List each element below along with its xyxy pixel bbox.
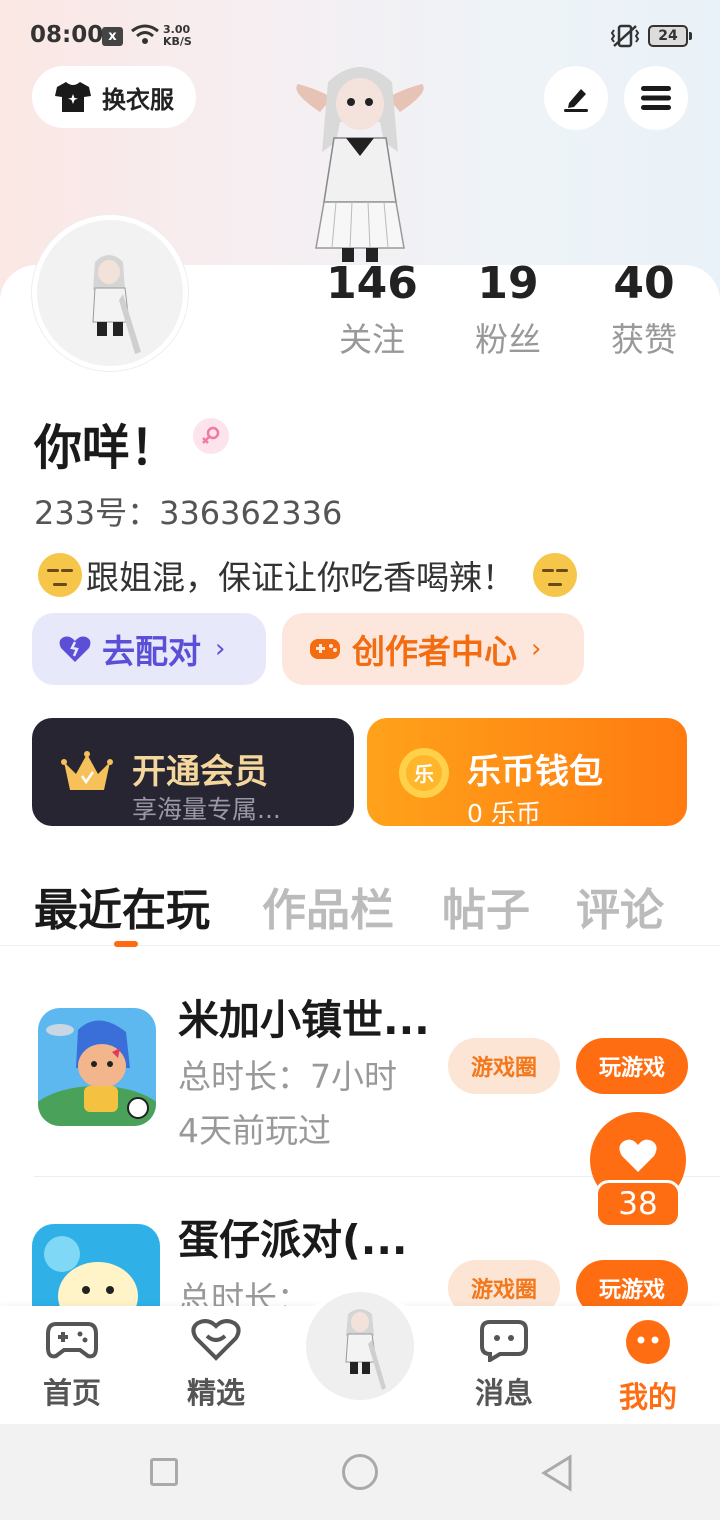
coin-icon: 乐 (399, 748, 449, 798)
nav-profile-label: 我的 (618, 1380, 677, 1414)
system-nav-bar (0, 1424, 720, 1520)
status-time: 08:00 (30, 22, 104, 48)
stat-following-label: 关注 (339, 320, 405, 359)
avatar[interactable] (32, 215, 188, 371)
stat-following[interactable]: 146 关注 (312, 258, 432, 362)
avatar (306, 1292, 414, 1400)
gamepad-icon (46, 1322, 98, 1359)
game-last-played: 4天前玩过 (178, 1111, 331, 1150)
home-button[interactable] (342, 1454, 378, 1490)
bio: 跟姐混，保证让你吃香喝辣！ (34, 551, 581, 599)
menu-icon (641, 86, 671, 110)
user-id: 233号：336362336 (34, 494, 343, 532)
face-icon (626, 1320, 670, 1364)
game-circle-button[interactable]: 游戏圈 (448, 1260, 560, 1306)
active-tab-indicator (114, 941, 138, 947)
game-duration: 总时长： (178, 1279, 310, 1306)
stat-fans[interactable]: 19 粉丝 (448, 258, 568, 362)
change-outfit-button[interactable]: 换衣服 (32, 66, 196, 128)
pen-icon (564, 89, 588, 112)
bio-text: 跟姐混，保证让你吃香喝辣！ (86, 558, 515, 597)
chevron-right-icon: › (215, 634, 226, 664)
network-speed: 3.00 KB/S (163, 24, 192, 48)
nav-profile[interactable]: 我的 (598, 1318, 698, 1416)
notification-icon: x (102, 27, 123, 46)
message-icon (480, 1320, 528, 1364)
edit-profile-button[interactable] (544, 66, 608, 130)
vip-subtitle: 享海量专属... (132, 795, 281, 824)
game-circle-button[interactable]: 游戏圈 (448, 1038, 560, 1094)
back-button[interactable] (540, 1454, 574, 1492)
game-title: 米加小镇世... (178, 996, 430, 1044)
vip-title: 开通会员 (132, 752, 268, 792)
battery-indicator: 24 (648, 25, 692, 47)
pair-button[interactable]: 去配对 › (32, 613, 266, 685)
stat-fans-value: 19 (477, 258, 539, 309)
stat-likes[interactable]: 40 获赞 (584, 258, 704, 362)
game-duration: 总时长：7小时 (178, 1057, 397, 1096)
nav-featured-label: 精选 (186, 1376, 245, 1410)
tab-posts[interactable]: 帖子 (442, 874, 530, 938)
nav-messages[interactable]: 消息 (454, 1318, 554, 1412)
chevron-right-icon: › (531, 634, 542, 664)
avatar-3d-figure[interactable] (280, 52, 440, 266)
unamused-emoji-icon (38, 553, 82, 597)
female-icon (193, 418, 229, 454)
stat-likes-value: 40 (613, 258, 675, 309)
game-icon-toca[interactable] (38, 1008, 156, 1126)
vip-card[interactable]: 开通会员 享海量专属... (32, 718, 354, 826)
tshirt-icon (55, 82, 91, 112)
vibrate-icon (610, 24, 640, 48)
gamepad-icon (310, 639, 340, 659)
heart-chat-icon (191, 1319, 241, 1361)
wallet-title: 乐币钱包 (467, 752, 603, 792)
stat-following-value: 146 (326, 258, 418, 309)
creator-center-button[interactable]: 创作者中心 › (282, 613, 584, 685)
change-outfit-label: 换衣服 (102, 85, 174, 114)
wifi-icon (131, 24, 159, 44)
nickname: 你咩！ (34, 420, 179, 476)
speed-unit: KB/S (163, 35, 192, 48)
stat-fans-label: 粉丝 (475, 320, 541, 359)
pair-label: 去配对 (102, 632, 201, 671)
recents-button[interactable] (150, 1458, 178, 1486)
heart-icon (619, 1139, 657, 1172)
nav-featured[interactable]: 精选 (166, 1318, 266, 1412)
game-icon-eggy[interactable] (32, 1224, 160, 1306)
crown-icon (61, 751, 113, 790)
nav-messages-label: 消息 (474, 1376, 533, 1410)
coin-glyph: 乐 (414, 762, 434, 786)
creator-center-label: 创作者中心 (352, 632, 517, 671)
game-title: 蛋仔派对(... (178, 1216, 408, 1264)
play-game-button[interactable]: 玩游戏 (576, 1038, 688, 1094)
unamused-emoji-icon (533, 553, 577, 597)
bottom-nav: 首页 精选 消息 我的 (0, 1286, 720, 1424)
content-tabs: 最近在玩 作品栏 帖子 评论 (0, 870, 720, 946)
tab-works[interactable]: 作品栏 (262, 874, 394, 938)
nav-home[interactable]: 首页 (22, 1318, 122, 1412)
play-game-button[interactable]: 玩游戏 (576, 1260, 688, 1306)
tab-recent-play[interactable]: 最近在玩 (34, 874, 210, 938)
pair-heart-icon (59, 636, 91, 662)
nav-center-avatar[interactable] (300, 1286, 420, 1406)
wallet-card[interactable]: 乐 乐币钱包 0 乐币 (367, 718, 687, 828)
menu-button[interactable] (624, 66, 688, 130)
wallet-balance: 0 乐币 (467, 799, 541, 828)
like-count-badge: 38 (595, 1180, 681, 1228)
stat-likes-label: 获赞 (611, 320, 677, 359)
nav-home-label: 首页 (42, 1376, 101, 1410)
tab-comments[interactable]: 评论 (576, 874, 664, 938)
